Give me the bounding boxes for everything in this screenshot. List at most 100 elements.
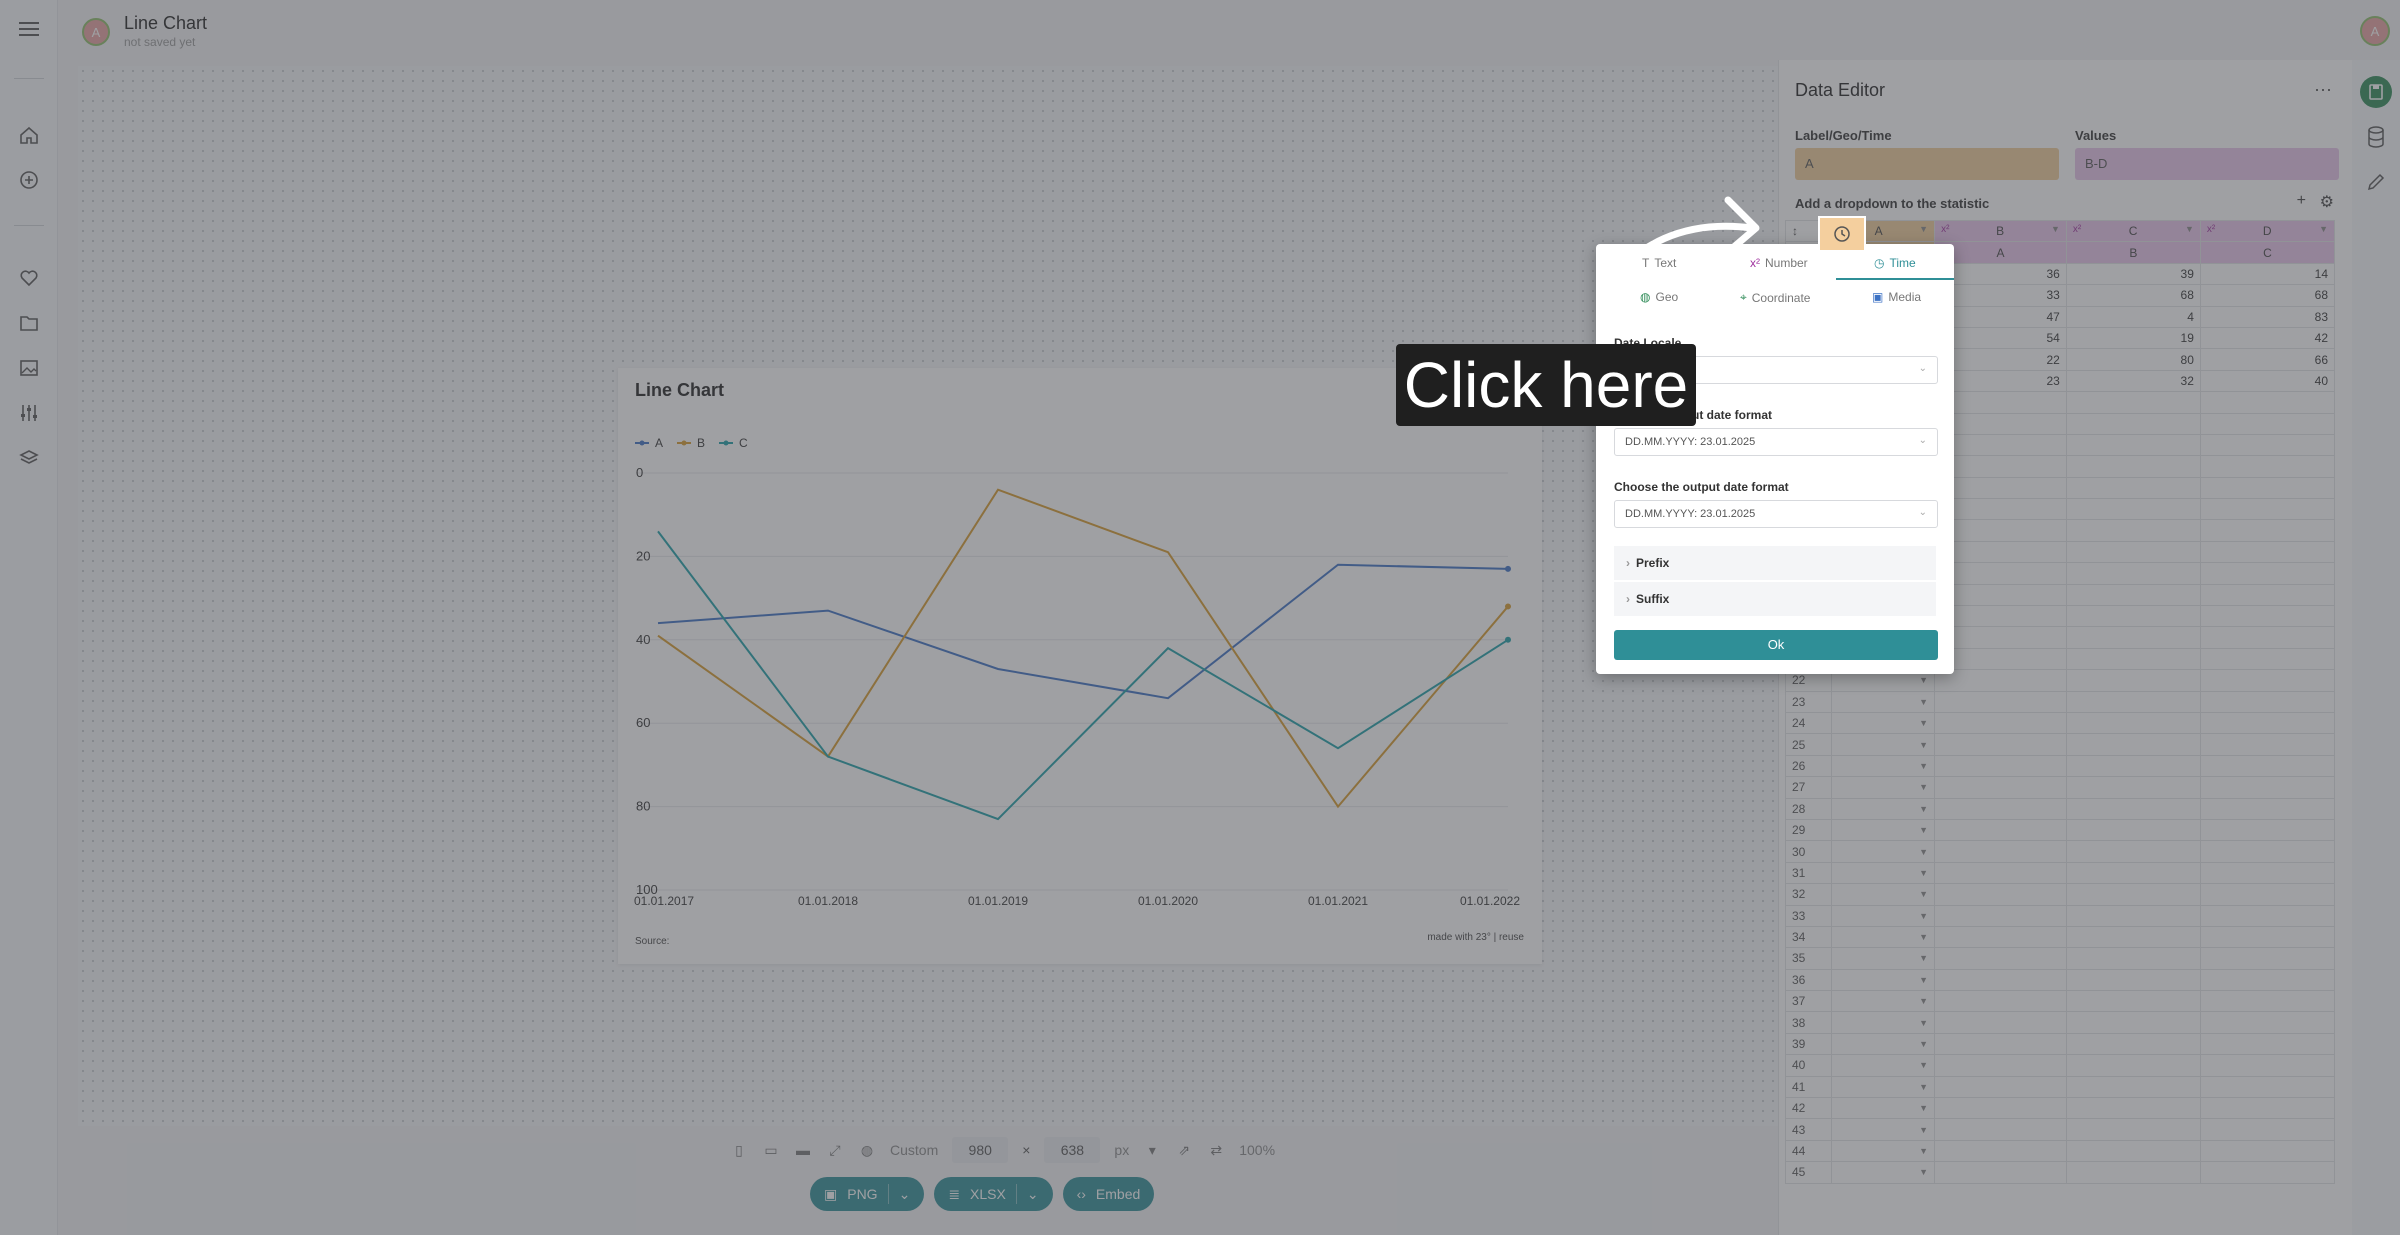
chevron-down-icon[interactable]: ▼: [1919, 675, 1928, 685]
cell[interactable]: [1934, 1161, 2067, 1184]
cell[interactable]: [2065, 1139, 2201, 1163]
cell[interactable]: [2065, 925, 2201, 949]
chevron-down-icon[interactable]: ▼: [1919, 804, 1928, 814]
cell[interactable]: [2199, 476, 2336, 500]
cell[interactable]: [2065, 519, 2201, 542]
cell[interactable]: [1934, 797, 2067, 820]
home-icon[interactable]: [14, 120, 44, 150]
cell[interactable]: [2199, 797, 2336, 820]
cell[interactable]: [1934, 776, 2067, 799]
cell[interactable]: [2199, 904, 2336, 927]
cell[interactable]: [2065, 1032, 2201, 1056]
sliders-icon[interactable]: [14, 398, 44, 428]
cell[interactable]: [2065, 1075, 2201, 1099]
chevron-down-icon[interactable]: ⌄: [1027, 1186, 1039, 1203]
cell[interactable]: ▼: [1830, 1118, 1936, 1141]
tablet-size-icon[interactable]: ▭: [762, 1141, 780, 1159]
cell[interactable]: [2065, 968, 2201, 992]
zoom-level[interactable]: 100%: [1239, 1142, 1275, 1158]
chevron-down-icon[interactable]: ▼: [2051, 224, 2060, 234]
chevron-down-icon[interactable]: ▾: [1143, 1141, 1161, 1159]
value-cell[interactable]: 23: [1934, 369, 2067, 393]
cell[interactable]: [1934, 626, 2067, 649]
document-title[interactable]: Line Chart: [124, 13, 207, 34]
value-cell[interactable]: 80: [2065, 348, 2201, 371]
cell[interactable]: [2065, 1118, 2201, 1141]
chevron-down-icon[interactable]: ▼: [1919, 996, 1928, 1006]
chevron-down-icon[interactable]: ▼: [1919, 868, 1928, 878]
cell[interactable]: [2065, 669, 2201, 692]
cell[interactable]: [1934, 904, 2067, 927]
value-cell[interactable]: 14: [2199, 262, 2336, 286]
cell[interactable]: [2199, 391, 2336, 414]
cell[interactable]: [2199, 1097, 2336, 1120]
cell[interactable]: [1934, 990, 2067, 1013]
cell[interactable]: [1934, 455, 2067, 478]
menu-icon[interactable]: [14, 14, 44, 44]
cell[interactable]: [1934, 840, 2067, 863]
cell[interactable]: [2065, 455, 2201, 478]
cell[interactable]: ▼: [1830, 1011, 1936, 1034]
cell[interactable]: [2199, 733, 2336, 756]
gear-icon[interactable]: ⚙: [2320, 192, 2334, 212]
fullscreen-icon[interactable]: ⤢: [826, 1141, 844, 1159]
cell[interactable]: ▼: [1830, 947, 1936, 970]
cell[interactable]: ▼: [1830, 818, 1936, 842]
user-avatar[interactable]: A: [2360, 16, 2390, 46]
label-column-field[interactable]: A: [1795, 148, 2059, 180]
unit-select[interactable]: px: [1114, 1142, 1129, 1158]
cell[interactable]: [2199, 626, 2336, 649]
chevron-down-icon[interactable]: ▼: [1919, 1018, 1928, 1028]
cell[interactable]: [1934, 711, 2067, 735]
image-icon[interactable]: [14, 353, 44, 383]
value-cell[interactable]: 68: [2065, 284, 2201, 307]
cell[interactable]: [2199, 711, 2336, 735]
chevron-down-icon[interactable]: ▼: [2185, 224, 2194, 234]
cell[interactable]: [1934, 968, 2067, 992]
cell[interactable]: ▼: [1830, 711, 1936, 735]
cell[interactable]: [1934, 647, 2067, 671]
laptop-size-icon[interactable]: ▬: [794, 1141, 812, 1159]
cell[interactable]: [1934, 861, 2067, 885]
mobile-size-icon[interactable]: ▯: [730, 1141, 748, 1159]
cell[interactable]: [2199, 1054, 2336, 1077]
value-cell[interactable]: 47: [1934, 305, 2067, 328]
cell[interactable]: [1934, 925, 2067, 949]
cell[interactable]: ▼: [1830, 1097, 1936, 1120]
cell[interactable]: [2199, 412, 2336, 435]
cell[interactable]: [1934, 1032, 2067, 1056]
cell[interactable]: [1934, 605, 2067, 628]
prefix-section[interactable]: › Prefix: [1614, 546, 1936, 580]
cell[interactable]: ▼: [1830, 776, 1936, 799]
cell[interactable]: [2199, 968, 2336, 992]
cell[interactable]: [1934, 540, 2067, 564]
chevron-down-icon[interactable]: ▼: [1919, 911, 1928, 921]
cell[interactable]: [2199, 540, 2336, 564]
chart-credit[interactable]: made with 23° | reuse: [1427, 932, 1524, 943]
cell[interactable]: [1934, 391, 2067, 414]
cell[interactable]: ▼: [1830, 1054, 1936, 1077]
cell[interactable]: [2199, 861, 2336, 885]
suffix-section[interactable]: › Suffix: [1614, 582, 1936, 616]
cell[interactable]: [1934, 1097, 2067, 1120]
chevron-down-icon[interactable]: ▼: [1919, 953, 1928, 963]
cell[interactable]: [2199, 605, 2336, 628]
cell[interactable]: [1934, 818, 2067, 842]
width-input[interactable]: 980: [952, 1137, 1009, 1163]
cell[interactable]: [2065, 540, 2201, 564]
cell[interactable]: [2199, 519, 2336, 542]
cell[interactable]: [2199, 647, 2336, 671]
column-header-c[interactable]: x² C ▼: [2065, 219, 2201, 243]
cell[interactable]: [2199, 1161, 2336, 1184]
chevron-down-icon[interactable]: ▼: [1919, 740, 1928, 750]
save-button[interactable]: [2360, 76, 2392, 108]
cell[interactable]: [2065, 776, 2201, 799]
cell[interactable]: [2065, 797, 2201, 820]
value-cell[interactable]: 22: [1934, 348, 2067, 371]
output-format-select[interactable]: DD.MM.YYYY: 23.01.2025 ⌄: [1614, 500, 1938, 528]
cell[interactable]: [2065, 1054, 2201, 1077]
cell[interactable]: [1934, 433, 2067, 457]
link-icon[interactable]: ⇗: [1175, 1141, 1193, 1159]
folder-icon[interactable]: [14, 308, 44, 338]
cell[interactable]: ▼: [1830, 904, 1936, 927]
